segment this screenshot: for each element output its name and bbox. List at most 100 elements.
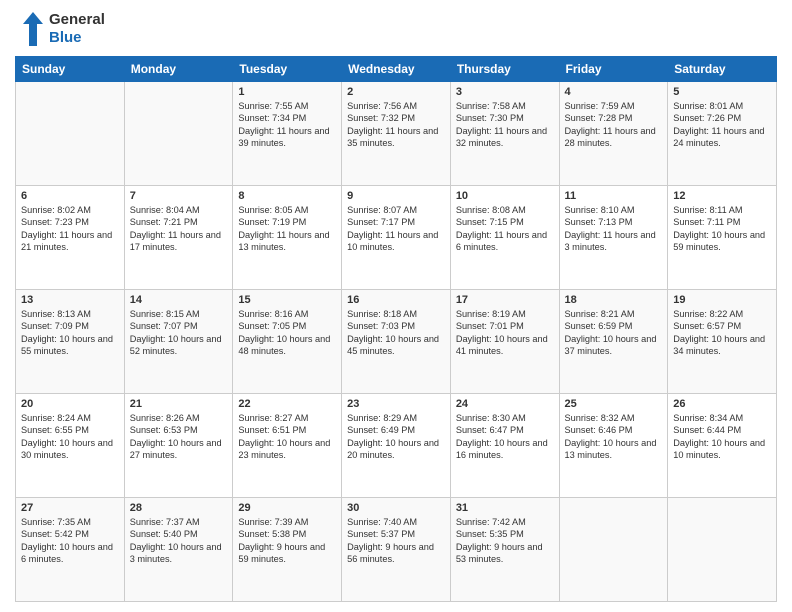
logo-general: General bbox=[49, 11, 105, 29]
calendar-cell: 12 Sunrise: 8:11 AM Sunset: 7:11 PM Dayli… bbox=[668, 186, 777, 290]
day-number: 19 bbox=[673, 294, 771, 306]
day-number: 5 bbox=[673, 86, 771, 98]
cell-text: Sunrise: 7:56 AM Sunset: 7:32 PM Dayligh… bbox=[347, 100, 445, 150]
cell-text: Sunrise: 7:35 AM Sunset: 5:42 PM Dayligh… bbox=[21, 516, 119, 566]
cell-text: Sunrise: 8:07 AM Sunset: 7:17 PM Dayligh… bbox=[347, 204, 445, 254]
day-number: 12 bbox=[673, 190, 771, 202]
cell-text: Sunrise: 8:19 AM Sunset: 7:01 PM Dayligh… bbox=[456, 308, 554, 358]
day-number: 28 bbox=[130, 502, 228, 514]
cell-text: Sunrise: 8:05 AM Sunset: 7:19 PM Dayligh… bbox=[238, 204, 336, 254]
cell-text: Sunrise: 8:21 AM Sunset: 6:59 PM Dayligh… bbox=[565, 308, 663, 358]
day-number: 26 bbox=[673, 398, 771, 410]
day-number: 8 bbox=[238, 190, 336, 202]
cell-text: Sunrise: 8:18 AM Sunset: 7:03 PM Dayligh… bbox=[347, 308, 445, 358]
calendar-cell: 26Sunrise: 8:34 AM Sunset: 6:44 PM Dayli… bbox=[668, 394, 777, 498]
day-number: 15 bbox=[238, 294, 336, 306]
cell-text: Sunrise: 8:08 AM Sunset: 7:15 PM Dayligh… bbox=[456, 204, 554, 254]
calendar-cell: 9Sunrise: 8:07 AM Sunset: 7:17 PM Daylig… bbox=[342, 186, 451, 290]
cell-text: Sunrise: 8:15 AM Sunset: 7:07 PM Dayligh… bbox=[130, 308, 228, 358]
day-number: 17 bbox=[456, 294, 554, 306]
calendar-cell bbox=[16, 82, 125, 186]
day-number: 2 bbox=[347, 86, 445, 98]
cell-text: Sunrise: 7:58 AM Sunset: 7:30 PM Dayligh… bbox=[456, 100, 554, 150]
logo-container: General Blue bbox=[15, 10, 105, 48]
day-number: 14 bbox=[130, 294, 228, 306]
cell-text: Sunrise: 7:39 AM Sunset: 5:38 PM Dayligh… bbox=[238, 516, 336, 566]
weekday-header-monday: Monday bbox=[124, 57, 233, 82]
calendar-cell: 4 Sunrise: 7:59 AM Sunset: 7:28 PM Daylig… bbox=[559, 82, 668, 186]
cell-text: Sunrise: 7:55 AM Sunset: 7:34 PM Dayligh… bbox=[238, 100, 336, 150]
day-number: 24 bbox=[456, 398, 554, 410]
calendar-cell: 27 Sunrise: 7:35 AM Sunset: 5:42 PM Dayli… bbox=[16, 498, 125, 602]
day-number: 10 bbox=[456, 190, 554, 202]
logo-bird-icon bbox=[15, 10, 45, 48]
day-number: 13 bbox=[21, 294, 119, 306]
week-row-1: 1 Sunrise: 7:55 AM Sunset: 7:34 PM Daylig… bbox=[16, 82, 777, 186]
day-number: 27 bbox=[21, 502, 119, 514]
calendar-cell: 31Sunrise: 7:42 AM Sunset: 5:35 PM Dayli… bbox=[450, 498, 559, 602]
cell-text: Sunrise: 8:13 AM Sunset: 7:09 PM Dayligh… bbox=[21, 308, 119, 358]
calendar-cell: 8 Sunrise: 8:05 AM Sunset: 7:19 PM Daylig… bbox=[233, 186, 342, 290]
cell-text: Sunrise: 8:02 AM Sunset: 7:23 PM Dayligh… bbox=[21, 204, 119, 254]
calendar-cell: 2 Sunrise: 7:56 AM Sunset: 7:32 PM Daylig… bbox=[342, 82, 451, 186]
cell-text: Sunrise: 8:32 AM Sunset: 6:46 PM Dayligh… bbox=[565, 412, 663, 462]
cell-text: Sunrise: 8:10 AM Sunset: 7:13 PM Dayligh… bbox=[565, 204, 663, 254]
logo: General Blue bbox=[15, 10, 105, 48]
calendar-cell: 3 Sunrise: 7:58 AM Sunset: 7:30 PM Daylig… bbox=[450, 82, 559, 186]
calendar-cell: 24 Sunrise: 8:30 AM Sunset: 6:47 PM Dayli… bbox=[450, 394, 559, 498]
day-number: 20 bbox=[21, 398, 119, 410]
calendar-cell: 1 Sunrise: 7:55 AM Sunset: 7:34 PM Daylig… bbox=[233, 82, 342, 186]
calendar-cell: 25 Sunrise: 8:32 AM Sunset: 6:46 PM Dayli… bbox=[559, 394, 668, 498]
cell-text: Sunrise: 8:01 AM Sunset: 7:26 PM Dayligh… bbox=[673, 100, 771, 150]
cell-text: Sunrise: 8:26 AM Sunset: 6:53 PM Dayligh… bbox=[130, 412, 228, 462]
calendar-cell: 30 Sunrise: 7:40 AM Sunset: 5:37 PM Dayli… bbox=[342, 498, 451, 602]
calendar-cell: 22 Sunrise: 8:27 AM Sunset: 6:51 PM Dayli… bbox=[233, 394, 342, 498]
calendar-cell: 10 Sunrise: 8:08 AM Sunset: 7:15 PM Dayli… bbox=[450, 186, 559, 290]
calendar-cell: 5 Sunrise: 8:01 AM Sunset: 7:26 PM Daylig… bbox=[668, 82, 777, 186]
cell-text: Sunrise: 7:37 AM Sunset: 5:40 PM Dayligh… bbox=[130, 516, 228, 566]
calendar-cell: 17 Sunrise: 8:19 AM Sunset: 7:01 PM Dayli… bbox=[450, 290, 559, 394]
day-number: 30 bbox=[347, 502, 445, 514]
day-number: 23 bbox=[347, 398, 445, 410]
weekday-header-row: SundayMondayTuesdayWednesdayThursdayFrid… bbox=[16, 57, 777, 82]
weekday-header-wednesday: Wednesday bbox=[342, 57, 451, 82]
calendar-cell: 28 Sunrise: 7:37 AM Sunset: 5:40 PM Dayli… bbox=[124, 498, 233, 602]
calendar-cell: 7Sunrise: 8:04 AM Sunset: 7:21 PM Daylig… bbox=[124, 186, 233, 290]
cell-text: Sunrise: 8:30 AM Sunset: 6:47 PM Dayligh… bbox=[456, 412, 554, 462]
weekday-header-thursday: Thursday bbox=[450, 57, 559, 82]
calendar-cell: 20 Sunrise: 8:24 AM Sunset: 6:55 PM Dayli… bbox=[16, 394, 125, 498]
calendar-cell: 19 Sunrise: 8:22 AM Sunset: 6:57 PM Dayli… bbox=[668, 290, 777, 394]
calendar-cell: 16Sunrise: 8:18 AM Sunset: 7:03 PM Dayli… bbox=[342, 290, 451, 394]
calendar-cell: 13 Sunrise: 8:13 AM Sunset: 7:09 PM Dayli… bbox=[16, 290, 125, 394]
cell-text: Sunrise: 7:59 AM Sunset: 7:28 PM Dayligh… bbox=[565, 100, 663, 150]
calendar-cell: 6 Sunrise: 8:02 AM Sunset: 7:23 PM Daylig… bbox=[16, 186, 125, 290]
calendar-cell: 29 Sunrise: 7:39 AM Sunset: 5:38 PM Dayli… bbox=[233, 498, 342, 602]
day-number: 22 bbox=[238, 398, 336, 410]
calendar-cell: 14 Sunrise: 8:15 AM Sunset: 7:07 PM Dayli… bbox=[124, 290, 233, 394]
day-number: 3 bbox=[456, 86, 554, 98]
day-number: 25 bbox=[565, 398, 663, 410]
cell-text: Sunrise: 7:42 AM Sunset: 5:35 PM Dayligh… bbox=[456, 516, 554, 566]
cell-text: Sunrise: 8:27 AM Sunset: 6:51 PM Dayligh… bbox=[238, 412, 336, 462]
cell-text: Sunrise: 8:04 AM Sunset: 7:21 PM Dayligh… bbox=[130, 204, 228, 254]
weekday-header-sunday: Sunday bbox=[16, 57, 125, 82]
calendar-table: SundayMondayTuesdayWednesdayThursdayFrid… bbox=[15, 56, 777, 602]
calendar-page: General Blue SundayMondayTuesdayWednesda… bbox=[0, 0, 792, 612]
cell-text: Sunrise: 7:40 AM Sunset: 5:37 PM Dayligh… bbox=[347, 516, 445, 566]
cell-text: Sunrise: 8:16 AM Sunset: 7:05 PM Dayligh… bbox=[238, 308, 336, 358]
cell-text: Sunrise: 8:11 AM Sunset: 7:11 PM Dayligh… bbox=[673, 204, 771, 254]
header: General Blue bbox=[15, 10, 777, 48]
day-number: 1 bbox=[238, 86, 336, 98]
calendar-cell bbox=[668, 498, 777, 602]
cell-text: Sunrise: 8:29 AM Sunset: 6:49 PM Dayligh… bbox=[347, 412, 445, 462]
calendar-cell: 18Sunrise: 8:21 AM Sunset: 6:59 PM Dayli… bbox=[559, 290, 668, 394]
weekday-header-friday: Friday bbox=[559, 57, 668, 82]
cell-text: Sunrise: 8:24 AM Sunset: 6:55 PM Dayligh… bbox=[21, 412, 119, 462]
day-number: 4 bbox=[565, 86, 663, 98]
day-number: 6 bbox=[21, 190, 119, 202]
cell-text: Sunrise: 8:22 AM Sunset: 6:57 PM Dayligh… bbox=[673, 308, 771, 358]
weekday-header-saturday: Saturday bbox=[668, 57, 777, 82]
logo-text: General Blue bbox=[49, 11, 105, 47]
weekday-header-tuesday: Tuesday bbox=[233, 57, 342, 82]
day-number: 29 bbox=[238, 502, 336, 514]
